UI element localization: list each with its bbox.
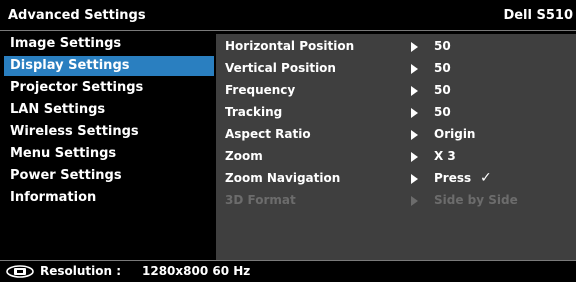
setting-value: 50 [434, 61, 451, 75]
display-resolution-icon [6, 265, 34, 278]
setting-label: Vertical Position [225, 61, 336, 75]
setting-value: X 3 [434, 149, 456, 163]
setting-value: Origin [434, 127, 476, 141]
resolution-value: 1280x800 60 Hz [142, 264, 251, 278]
resolution-label: Resolution : [40, 264, 122, 278]
title-bar: Advanced Settings Dell S510 [0, 0, 576, 31]
arrow-right-icon [411, 196, 418, 206]
status-bar: Resolution : 1280x800 60 Hz [0, 260, 576, 282]
setting-row-3d-format: 3D Format Side by Side [216, 189, 576, 211]
setting-value: 50 [434, 39, 451, 53]
setting-row-horizontal-position[interactable]: Horizontal Position 50 [216, 35, 576, 57]
setting-label: Horizontal Position [225, 39, 355, 53]
arrow-right-icon [411, 108, 418, 118]
setting-row-tracking[interactable]: Tracking 50 [216, 101, 576, 123]
setting-label: Zoom Navigation [225, 171, 341, 185]
setting-row-zoom[interactable]: Zoom X 3 [216, 145, 576, 167]
arrow-right-icon [411, 174, 418, 184]
setting-label: Frequency [225, 83, 296, 97]
setting-value: Side by Side [434, 193, 518, 207]
arrow-right-icon [411, 64, 418, 74]
projector-model: Dell S510 [503, 8, 573, 23]
setting-value: 50 [434, 105, 451, 119]
settings-panel: Horizontal Position 50 Vertical Position… [216, 34, 576, 260]
sidebar-menu: Image Settings Display Settings Projecto… [0, 34, 214, 260]
setting-label: Aspect Ratio [225, 127, 311, 141]
arrow-right-icon [411, 130, 418, 140]
sidebar-item-lan-settings[interactable]: LAN Settings [4, 100, 214, 120]
setting-row-frequency[interactable]: Frequency 50 [216, 79, 576, 101]
setting-label: Zoom [225, 149, 263, 163]
setting-label: 3D Format [225, 193, 296, 207]
arrow-right-icon [411, 86, 418, 96]
setting-value: 50 [434, 83, 451, 97]
osd-window: Advanced Settings Dell S510 Image Settin… [0, 0, 576, 282]
sidebar-item-projector-settings[interactable]: Projector Settings [4, 78, 214, 98]
setting-label: Tracking [225, 105, 283, 119]
setting-row-aspect-ratio[interactable]: Aspect Ratio Origin [216, 123, 576, 145]
setting-value: Press [434, 171, 472, 185]
setting-row-zoom-navigation[interactable]: Zoom Navigation Press ✓ [216, 167, 576, 189]
sidebar-item-image-settings[interactable]: Image Settings [4, 34, 214, 54]
sidebar-item-information[interactable]: Information [4, 188, 214, 208]
arrow-right-icon [411, 42, 418, 52]
sidebar-item-menu-settings[interactable]: Menu Settings [4, 144, 214, 164]
checkmark-icon: ✓ [480, 170, 492, 186]
sidebar-item-display-settings[interactable]: Display Settings [4, 56, 214, 76]
sidebar-item-power-settings[interactable]: Power Settings [4, 166, 214, 186]
menu-title: Advanced Settings [8, 8, 146, 23]
arrow-right-icon [411, 152, 418, 162]
setting-row-vertical-position[interactable]: Vertical Position 50 [216, 57, 576, 79]
sidebar-item-wireless-settings[interactable]: Wireless Settings [4, 122, 214, 142]
